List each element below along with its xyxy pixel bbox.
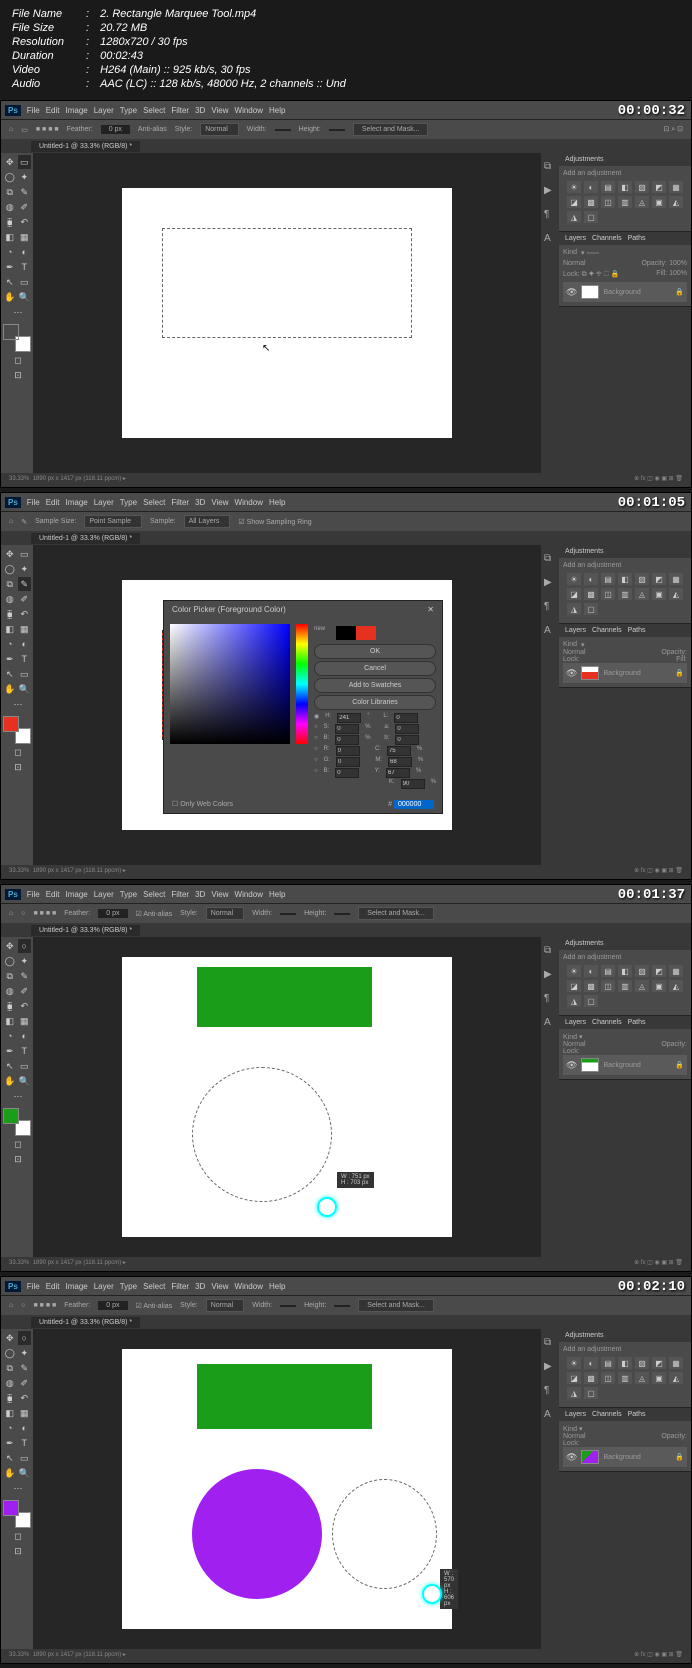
lock-icon: 🔒 [675,288,684,296]
quickmask-icon[interactable]: ◻ [3,353,33,367]
zoom-tool[interactable]: 🔍 [18,290,32,304]
color-picker-dialog: Color Picker (Foreground Color)✕ new OK … [163,600,443,814]
screenmode-icon[interactable]: ⊡ [3,368,33,382]
paragraph-icon[interactable]: ¶ [544,209,556,221]
add-swatches-button[interactable]: Add to Swatches [314,678,436,693]
stamp-tool[interactable]: ⧯ [3,215,17,229]
eraser-tool[interactable]: ◧ [3,230,17,244]
play-icon[interactable]: ▶ [544,185,556,197]
green-rectangle [197,967,372,1027]
video-frame-1: 00:00:32 Ps File Edit Image Layer Type S… [0,100,692,488]
history-tool[interactable]: ↶ [18,215,32,229]
video-frame-4: 00:02:10 PsFileEditImageLayerTypeSelectF… [0,1276,692,1664]
color-field[interactable] [170,624,290,744]
menu-edit[interactable]: Edit [46,106,60,115]
cancel-button[interactable]: Cancel [314,661,436,676]
menu-layer[interactable]: Layer [94,106,114,115]
close-icon[interactable]: ✕ [427,605,434,614]
channels-tab[interactable]: Channels [592,235,622,242]
timestamp: 00:01:05 [618,495,685,511]
marquee-icon[interactable]: ▭ [21,126,28,134]
menu-image[interactable]: Image [65,106,87,115]
style-dropdown[interactable]: Normal [200,123,239,136]
heal-tool[interactable]: ◍ [3,200,17,214]
hex-input[interactable] [394,800,434,809]
cursor-ring [422,1584,442,1604]
rectangular-marquee [162,228,412,338]
options-bar: ⌂ ▭ ■ ■ ■ ■ Feather: 0 px Anti-alias Sty… [1,119,691,139]
document-tab[interactable]: Untitled-1 @ 33.3% (RGB/8) * [31,141,140,152]
menu-select[interactable]: Select [143,106,165,115]
character-icon[interactable]: A [544,233,556,245]
eyedropper-tool[interactable]: ✎ [18,185,32,199]
statusbar: 33.33% 1890 px x 1417 px (118.11 ppcm) ▸… [1,473,691,487]
search-icon[interactable]: ⊡ ⌕ ⊡ [663,125,683,134]
adjustments-tab[interactable]: Adjustments [565,156,604,163]
cursor-icon: ↖ [262,343,270,354]
gradient-tool[interactable]: ▦ [18,230,32,244]
hand-tool[interactable]: ✋ [3,290,17,304]
purple-circle [192,1469,322,1599]
size-tooltip: W : 570 pxH : 606 px [440,1569,458,1609]
paths-tab[interactable]: Paths [628,235,646,242]
menu-file[interactable]: File [27,106,40,115]
menubar: Ps FileEditImageLayerTypeSelectFilter3DV… [1,493,691,511]
canvas-area[interactable]: ↖ [33,153,541,473]
cursor-ring [317,1197,337,1217]
sample-size-dropdown[interactable]: Point Sample [84,515,142,528]
timestamp: 00:01:37 [618,887,685,903]
wand-tool[interactable]: ✦ [18,170,32,184]
path-tool[interactable]: ↖ [3,275,17,289]
video-frame-2: 00:01:05 Ps FileEditImageLayerTypeSelect… [0,492,692,880]
elliptical-marquee [192,1067,332,1202]
visibility-icon[interactable]: 👁 [566,287,577,298]
color-libraries-button[interactable]: Color Libraries [314,695,436,710]
color-swatches[interactable] [3,324,31,352]
ps-logo: Ps [5,105,21,116]
menubar: Ps File Edit Image Layer Type Select Fil… [1,101,691,119]
home-icon[interactable]: ⌂ [9,126,13,133]
video-frame-3: 00:01:37 PsFileEditImageLayerTypeSelectF… [0,884,692,1272]
layer-background[interactable]: 👁 Background 🔒 [563,282,687,302]
toolbox: ✥▭ ◯✦ ⧉✎ ◍✐ ⧯↶ ◧▦ ◔◐ ✒T ↖▭ ✋🔍 ⋯ ◻ ⊡ [1,153,33,473]
menu-window[interactable]: Window [235,106,263,115]
shape-tool[interactable]: ▭ [18,275,32,289]
feather-input[interactable]: 0 px [101,125,130,134]
type-tool[interactable]: T [18,260,32,274]
ok-button[interactable]: OK [314,644,436,659]
layers-tab[interactable]: Layers [565,235,586,242]
history-icon[interactable]: ⧉ [544,161,556,173]
size-tooltip: W : 751 pxH : 703 px [337,1172,374,1188]
timestamp: 00:02:10 [618,1279,685,1295]
dodge-tool[interactable]: ◐ [18,245,32,259]
pen-tool[interactable]: ✒ [3,260,17,274]
menu-help[interactable]: Help [269,106,285,115]
menu-filter[interactable]: Filter [171,106,189,115]
hue-slider[interactable] [296,624,308,744]
elliptical-marquee [332,1479,437,1589]
menu-3d[interactable]: 3D [195,106,205,115]
lasso-tool[interactable]: ◯ [3,170,17,184]
menu-view[interactable]: View [211,106,228,115]
sample-dropdown[interactable]: All Layers [184,515,231,528]
marquee-tool[interactable]: ▭ [18,155,32,169]
menu-type[interactable]: Type [120,106,137,115]
panels: ⧉ ▶ ¶ A Adjustments Add an adjustment ☀◐… [541,153,691,473]
timestamp: 00:00:32 [618,103,685,119]
blur-tool[interactable]: ◔ [3,245,17,259]
green-rectangle [197,1364,372,1429]
file-metadata: File Name: 2. Rectangle Marquee Tool.mp4… [0,0,692,100]
h-input[interactable] [337,713,361,723]
select-mask-button[interactable]: Select and Mask... [353,123,429,136]
brush-tool[interactable]: ✐ [18,200,32,214]
move-tool[interactable]: ✥ [3,155,17,169]
crop-tool[interactable]: ⧉ [3,185,17,199]
